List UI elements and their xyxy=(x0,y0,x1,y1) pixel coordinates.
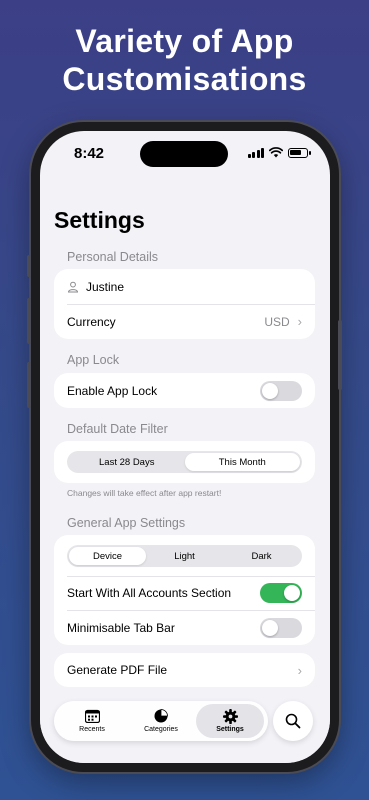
general-settings-header: General App Settings xyxy=(67,516,186,530)
chevron-right-icon: › xyxy=(297,314,302,329)
tab-recents[interactable]: Recents xyxy=(58,704,126,738)
gear-icon xyxy=(222,708,238,724)
segment-light[interactable]: Light xyxy=(146,547,223,565)
toggle-knob xyxy=(262,382,278,399)
tab-settings-label: Settings xyxy=(216,726,244,733)
currency-value: USD xyxy=(264,314,290,329)
person-icon xyxy=(67,281,79,292)
tab-settings[interactable]: Settings xyxy=(196,704,264,738)
all-accounts-row: Start With All Accounts Section xyxy=(67,576,302,610)
all-accounts-toggle[interactable] xyxy=(260,583,302,603)
toggle-knob xyxy=(284,585,300,601)
currency-value-wrap: USD › xyxy=(264,314,302,329)
wifi-icon xyxy=(269,147,283,158)
enable-app-lock-label: Enable App Lock xyxy=(67,383,158,398)
tab-recents-label: Recents xyxy=(79,726,105,733)
tab-bar: Recents Categories Settings xyxy=(54,701,268,741)
action-button xyxy=(27,255,31,277)
segment-last-28-days[interactable]: Last 28 Days xyxy=(69,453,185,471)
name-value: Justine xyxy=(86,279,125,294)
app-lock-header: App Lock xyxy=(67,353,120,367)
chevron-wrap: › xyxy=(298,663,302,678)
date-filter-header: Default Date Filter xyxy=(67,422,168,436)
app-lock-card: Enable App Lock xyxy=(54,373,315,408)
generate-pdf-row[interactable]: Generate PDF File › xyxy=(67,653,302,687)
calendar-icon xyxy=(84,709,100,723)
minimisable-tab-bar-toggle[interactable] xyxy=(260,617,302,638)
theme-segmented-control: Device Light Dark xyxy=(67,545,302,567)
segment-device[interactable]: Device xyxy=(69,547,146,565)
status-time: 8:42 xyxy=(74,145,105,162)
promo-title-line-2: Customisations xyxy=(62,61,307,97)
currency-label: Currency xyxy=(67,314,116,329)
personal-details-header: Personal Details xyxy=(67,250,159,264)
tab-categories-label: Categories xyxy=(144,726,178,733)
segment-dark[interactable]: Dark xyxy=(223,547,300,565)
chevron-right-icon: › xyxy=(297,662,302,678)
generate-pdf-card[interactable]: Generate PDF File › xyxy=(54,653,315,687)
cellular-signal-icon xyxy=(247,147,264,158)
name-row[interactable]: Justine xyxy=(67,269,302,304)
all-accounts-label: Start With All Accounts Section xyxy=(67,586,232,600)
tab-categories[interactable]: Categories xyxy=(127,704,195,738)
battery-icon xyxy=(288,147,311,158)
date-filter-card: Last 28 Days This Month xyxy=(54,441,315,483)
page-title: Settings xyxy=(54,207,145,233)
search-icon xyxy=(285,713,301,729)
enable-app-lock-row: Enable App Lock xyxy=(67,373,302,408)
segment-this-month[interactable]: This Month xyxy=(184,453,300,471)
status-icons xyxy=(247,147,311,158)
date-filter-segmented-control: Last 28 Days This Month xyxy=(67,451,302,473)
minimisable-tab-bar-label: Minimisable Tab Bar xyxy=(67,620,175,635)
date-filter-note: Changes will take effect after app resta… xyxy=(67,488,222,498)
minimisable-tab-bar-row: Minimisable Tab Bar xyxy=(67,610,302,645)
volume-up-button xyxy=(27,298,31,344)
generate-pdf-label: Generate PDF File xyxy=(67,663,168,677)
pie-chart-icon xyxy=(153,709,169,723)
promo-title-line-1: Variety of App xyxy=(75,23,294,59)
volume-down-button xyxy=(27,362,31,408)
general-settings-card: Device Light Dark Start With All Account… xyxy=(54,535,315,645)
phone-screen: 8:42 Settings Personal Details Justine C… xyxy=(40,131,330,763)
currency-row[interactable]: Currency USD › xyxy=(67,304,302,339)
power-button xyxy=(338,320,342,390)
enable-app-lock-toggle[interactable] xyxy=(260,380,302,401)
promo-title: Variety of App Customisations xyxy=(0,22,369,98)
toggle-knob xyxy=(262,619,278,636)
search-button[interactable] xyxy=(273,701,313,741)
personal-details-card: Justine Currency USD › xyxy=(54,269,315,339)
dynamic-island xyxy=(140,141,228,167)
